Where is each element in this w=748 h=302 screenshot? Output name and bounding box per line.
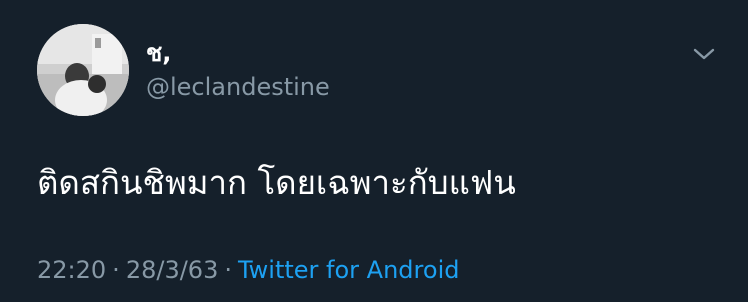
meta-separator: · (224, 256, 232, 284)
meta-separator: · (112, 256, 120, 284)
tweet-text: ติดสกินชิพมาก โดยเฉพาะกับแฟน (37, 163, 516, 202)
tweet-meta: 22:20 · 28/3/63 · Twitter for Android (37, 254, 459, 286)
chevron-down-icon[interactable] (690, 40, 718, 68)
tweet-date[interactable]: 28/3/63 (126, 256, 219, 284)
avatar[interactable] (37, 24, 129, 116)
user-handle[interactable]: @leclandestine (146, 72, 330, 102)
display-name[interactable]: ช, (146, 38, 171, 68)
tweet-card: ช, @leclandestine ติดสกินชิพมาก โดยเฉพาะ… (0, 0, 748, 302)
tweet-source-link[interactable]: Twitter for Android (238, 256, 459, 284)
tweet-time[interactable]: 22:20 (37, 256, 106, 284)
avatar-photo (37, 24, 129, 116)
